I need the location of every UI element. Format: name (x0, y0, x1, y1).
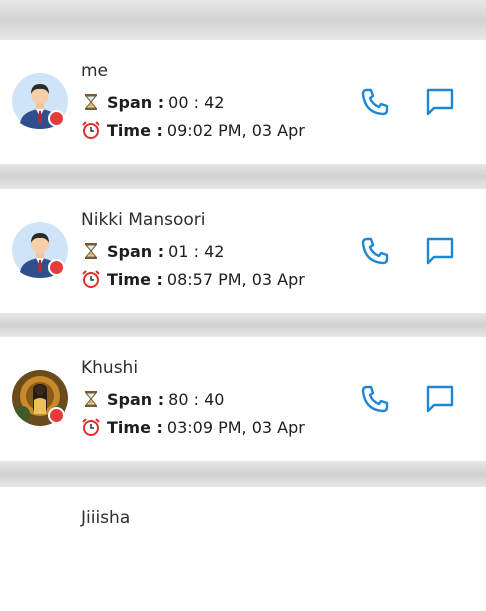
divider (0, 0, 486, 40)
hourglass-icon (81, 389, 101, 409)
time-label: Time : (107, 120, 163, 140)
time-label: Time : (107, 269, 163, 289)
contact-name: Jiiisha (81, 508, 131, 528)
span-label: Span : (107, 241, 165, 261)
chat-icon (426, 88, 454, 116)
message-button[interactable] (424, 383, 456, 415)
phone-icon (361, 88, 389, 116)
divider (0, 312, 486, 338)
time-row: Time : 03:09 PM, 03 Apr (81, 417, 305, 437)
span-label: Span : (107, 389, 165, 409)
hourglass-icon (81, 241, 101, 261)
call-log-card[interactable]: Nikki Mansoori Span : 01 : 42 Time : 08:… (0, 189, 486, 313)
time-value: 09:02 PM, 03 Apr (166, 120, 305, 140)
phone-icon (361, 237, 389, 265)
span-value: 01 : 42 (168, 241, 225, 261)
call-log-card[interactable]: me Span : 00 : 42 Time : 09:02 PM, 03 Ap… (0, 40, 486, 164)
status-dot (48, 259, 65, 276)
time-label: Time : (107, 417, 163, 437)
phone-icon (361, 385, 389, 413)
call-button[interactable] (359, 86, 391, 118)
time-row: Time : 09:02 PM, 03 Apr (81, 120, 305, 140)
call-button[interactable] (359, 235, 391, 267)
call-button[interactable] (359, 383, 391, 415)
status-dot (48, 407, 65, 424)
time-value: 08:57 PM, 03 Apr (166, 269, 305, 289)
call-log-card[interactable]: Jiiisha (0, 487, 486, 611)
alarm-clock-icon (81, 269, 101, 289)
span-value: 00 : 42 (168, 92, 225, 112)
chat-icon (426, 385, 454, 413)
contact-name: me (81, 61, 109, 81)
span-row: Span : 80 : 40 (81, 389, 224, 409)
message-button[interactable] (424, 235, 456, 267)
time-row: Time : 08:57 PM, 03 Apr (81, 269, 305, 289)
message-button[interactable] (424, 86, 456, 118)
contact-name: Nikki Mansoori (81, 210, 206, 230)
divider (0, 162, 486, 190)
span-row: Span : 00 : 42 (81, 92, 224, 112)
time-value: 03:09 PM, 03 Apr (166, 417, 305, 437)
chat-icon (426, 237, 454, 265)
call-log-card[interactable]: Khushi Span : 80 : 40 Time : 03:09 PM, 0… (0, 337, 486, 461)
alarm-clock-icon (81, 417, 101, 437)
span-label: Span : (107, 92, 165, 112)
span-value: 80 : 40 (168, 389, 225, 409)
status-dot (48, 110, 65, 127)
contact-name: Khushi (81, 358, 139, 378)
hourglass-icon (81, 92, 101, 112)
alarm-clock-icon (81, 120, 101, 140)
divider (0, 460, 486, 488)
span-row: Span : 01 : 42 (81, 241, 224, 261)
